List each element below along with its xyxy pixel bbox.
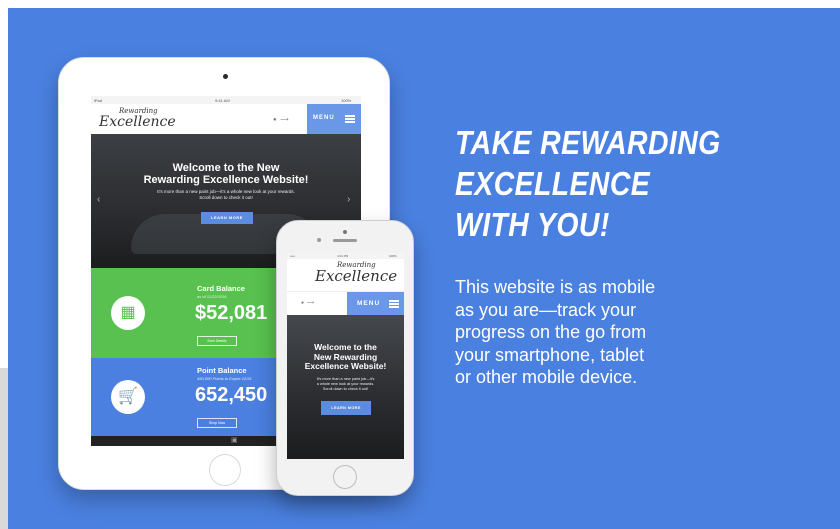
phone-camera bbox=[343, 230, 347, 234]
phone-logo-bar: Rewarding Excellence bbox=[287, 259, 404, 291]
menu-button[interactable]: MENU bbox=[347, 292, 404, 316]
camera-icon[interactable]: ▣ bbox=[231, 436, 238, 444]
status-time: 9:41 AM bbox=[215, 98, 230, 103]
card-balance-title: Card Balance bbox=[197, 284, 245, 293]
chevron-left-icon[interactable]: ‹ bbox=[97, 194, 100, 205]
user-icon[interactable]: ● bbox=[301, 300, 304, 306]
phone-hero: Welcome to the New Rewarding Excellence … bbox=[287, 315, 404, 459]
hero-title-line2: New Rewarding bbox=[313, 351, 378, 362]
credit-card-icon: ▦ bbox=[111, 296, 145, 330]
menu-label: MENU bbox=[313, 115, 335, 121]
description-line4: your smartphone, tablet bbox=[455, 344, 645, 365]
earn-details-button[interactable]: Earn Details bbox=[197, 336, 237, 346]
card-balance-value: $52,081 bbox=[195, 302, 268, 324]
tablet-site-header: Rewarding Excellence ● ⟶ MENU bbox=[91, 104, 361, 134]
hero-title: Welcome to the New Rewarding Excellence … bbox=[91, 162, 361, 186]
shopping-cart-icon: 🛒 bbox=[111, 380, 145, 414]
hero-subtitle: It's more than a new paint job—it's a wh… bbox=[303, 377, 388, 392]
headline-line1: TAKE REWARDING bbox=[455, 124, 721, 161]
user-icon[interactable]: ● bbox=[273, 117, 277, 123]
shop-now-button[interactable]: Shop Now bbox=[197, 418, 237, 428]
chevron-right-icon[interactable]: › bbox=[347, 194, 350, 205]
status-signal: ••••• bbox=[290, 254, 296, 258]
headline: TAKE REWARDING EXCELLENCE WITH YOU! bbox=[455, 122, 747, 245]
hero-subtitle-line3: Scroll down to check it out! bbox=[322, 387, 369, 391]
hamburger-icon bbox=[345, 115, 355, 123]
status-carrier: iPad bbox=[94, 98, 103, 103]
description-line3: progress on the go from bbox=[455, 322, 647, 342]
hero-subtitle-line2: Scroll down to check it out! bbox=[199, 195, 253, 200]
hero-subtitle-line1: It's more than a new paint job—it's a wh… bbox=[157, 189, 295, 194]
phone-home-button bbox=[333, 465, 357, 489]
logo-line2: Excellence bbox=[99, 114, 176, 130]
logout-icon[interactable]: ⟶ bbox=[307, 300, 314, 306]
status-battery: 100% bbox=[341, 98, 352, 103]
hero-subtitle-line2: a whole new look at your rewards. bbox=[316, 382, 375, 386]
phone-nav-bar: ● ⟶ MENU bbox=[287, 291, 404, 316]
tablet-camera bbox=[223, 74, 228, 79]
point-balance-value: 652,450 bbox=[195, 384, 268, 406]
hero-subtitle: It's more than a new paint job—it's a wh… bbox=[121, 189, 331, 201]
logo-line2: Excellence bbox=[315, 267, 398, 285]
hero-title-line3: Excellence Website! bbox=[304, 361, 387, 371]
tablet-status-bar: iPad 9:41 AM 100% bbox=[91, 96, 361, 104]
menu-label: MENU bbox=[357, 300, 381, 307]
headline-line2: EXCELLENCE bbox=[455, 165, 651, 202]
hero-title-line1: Welcome to the bbox=[314, 342, 377, 352]
point-balance-title: Point Balance bbox=[197, 366, 247, 375]
learn-more-button[interactable]: LEARN MORE bbox=[201, 212, 253, 224]
hero-title-line2: Rewarding Excellence Website! bbox=[143, 174, 309, 186]
status-battery: 100% bbox=[389, 254, 397, 258]
nav-icons: ● ⟶ bbox=[301, 300, 314, 306]
phone-screen: ••••• 4:21 PM 100% Rewarding Excellence … bbox=[287, 253, 404, 459]
headline-line3: WITH YOU! bbox=[455, 206, 610, 243]
status-time: 4:21 PM bbox=[337, 254, 349, 258]
phone-front-camera bbox=[317, 238, 321, 242]
hero-subtitle-line1: It's more than a new paint job—it's bbox=[316, 377, 375, 381]
header-icons: ● ⟶ bbox=[273, 116, 289, 123]
hero-title: Welcome to the New Rewarding Excellence … bbox=[287, 342, 404, 372]
menu-button[interactable]: MENU bbox=[307, 104, 361, 134]
page-margin bbox=[0, 368, 8, 529]
hero-title-line1: Welcome to the New bbox=[172, 162, 280, 174]
point-balance-expiry: 450,000 Points to Expire 12/31 bbox=[197, 376, 252, 381]
tablet-home-button bbox=[209, 454, 241, 486]
rewarding-excellence-logo[interactable]: Rewarding Excellence bbox=[99, 108, 176, 130]
description-line5: or other mobile device. bbox=[455, 367, 638, 387]
phone-device: ••••• 4:21 PM 100% Rewarding Excellence … bbox=[276, 220, 414, 496]
description-line1: This website is as mobile bbox=[455, 277, 656, 297]
phone-speaker bbox=[333, 239, 357, 242]
logout-icon[interactable]: ⟶ bbox=[280, 117, 289, 123]
hamburger-icon bbox=[389, 300, 399, 308]
description-line2: as you are—track your bbox=[455, 299, 637, 320]
description: This website is as mobile as you are—tra… bbox=[455, 276, 775, 389]
card-balance-date: as of 11/22/2016 bbox=[197, 294, 227, 299]
learn-more-button[interactable]: LEARN MORE bbox=[321, 401, 371, 415]
rewarding-excellence-logo[interactable]: Rewarding Excellence bbox=[315, 262, 397, 284]
